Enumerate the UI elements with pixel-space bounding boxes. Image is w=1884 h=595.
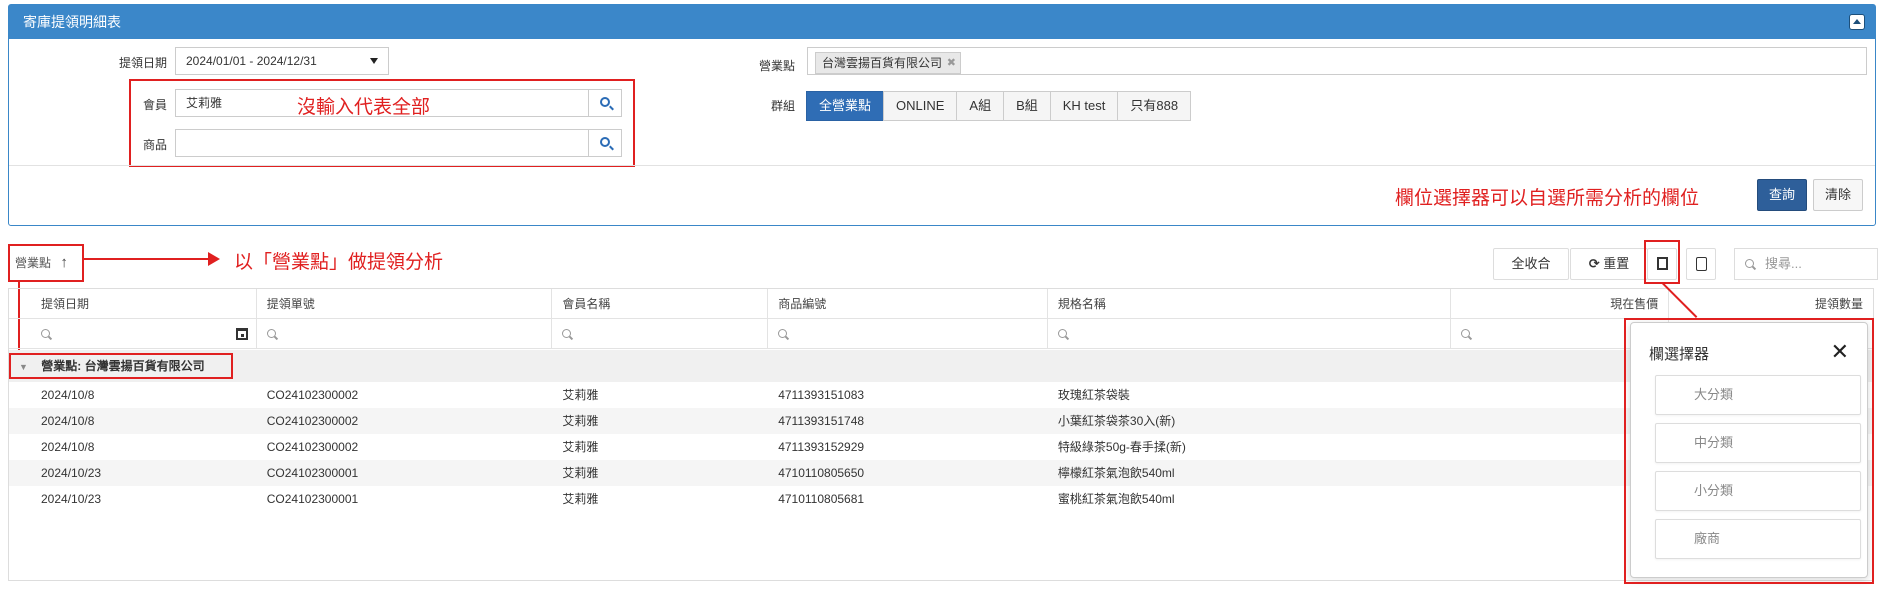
remove-tag-icon[interactable]: ✖ [947,53,956,73]
search-icon [266,329,276,338]
cell-date: 2024/10/8 [41,388,95,402]
table-row[interactable]: 2024/10/8 CO24102300002 艾莉雅 4711393152929 特級… [9,434,1873,460]
reset-label: 重置 [1603,256,1630,271]
collapse-all-button[interactable]: 全收合 [1493,248,1569,280]
store-tag-label: 台灣雲揚百貨有限公司 [822,56,943,70]
group-kh-test[interactable]: KH test [1049,91,1119,121]
store-tag[interactable]: 台灣雲揚百貨有限公司 ✖ [815,52,962,74]
panel-title: 寄庫提領明細表 [9,5,1875,39]
cell-date: 2024/10/8 [41,440,95,454]
cell-spec: 特級綠茶50g-春手揉(新) [1057,440,1186,454]
search-icon [1461,329,1471,338]
table-row[interactable]: 2024/10/8 CO24102300002 艾莉雅 4711393151083 玫瑰… [9,382,1873,408]
store-label: 營業點 [758,59,795,73]
column-picker-button[interactable] [1647,248,1677,280]
collapse-panel-icon[interactable] [1849,14,1865,30]
export-button[interactable] [1686,248,1716,280]
group-888[interactable]: 只有888 [1117,91,1192,121]
cell-product-no: 4710110805650 [778,466,865,480]
cell-order-no: CO24102300001 [266,492,359,506]
cell-order-no: CO24102300002 [266,388,359,402]
cell-date: 2024/10/23 [41,492,102,506]
col-header-order-no[interactable]: 提領單號 [257,289,553,318]
table-row[interactable]: 2024/10/23 CO24102300001 艾莉雅 4710110805681 蜜… [9,486,1873,512]
col-header-price[interactable]: 現在售價 [1451,289,1670,318]
column-picker-popup-highlight [1624,318,1874,584]
date-label: 提領日期 [118,56,167,70]
grouping-chip[interactable]: 營業點 ↑ [10,248,68,278]
filter-row [9,319,1873,349]
grid-search-input[interactable]: 搜尋... [1734,248,1878,280]
date-range-field[interactable]: 2024/01/01 - 2024/12/31 [175,47,389,75]
cell-order-no: CO24102300001 [266,466,359,480]
col-header-qty[interactable]: 提領數量 [1669,289,1873,318]
criteria-panel: 寄庫提領明細表 提領日期 2024/01/01 - 2024/12/31 會員 … [8,4,1876,226]
column-picker-annotation: 欄位選擇器可以自選所需分析的欄位 [1395,188,1700,209]
cell-product-no: 4711393151083 [778,388,865,402]
grid-search-placeholder: 搜尋... [1765,256,1802,271]
group-row[interactable]: ▼ 營業點: 台灣雲揚百貨有限公司 [9,350,1873,382]
query-button[interactable]: 查詢 [1757,179,1807,211]
grouping-chip-label: 營業點 [15,256,52,270]
group-row-highlight [9,353,233,379]
clear-button[interactable]: 清除 [1813,179,1863,211]
group-b[interactable]: B組 [1003,91,1051,121]
filter-member[interactable] [552,319,769,349]
chevron-down-icon [370,58,378,64]
col-header-spec[interactable]: 規格名稱 [1048,289,1452,318]
cell-date: 2024/10/23 [41,466,102,480]
filter-date[interactable] [9,319,257,349]
cell-spec: 檸檬紅茶氣泡飲540ml [1057,466,1175,480]
cell-product-no: 4711393152929 [778,440,865,454]
search-icon [562,329,572,338]
cell-order-no: CO24102300002 [266,440,359,454]
date-range-value: 2024/01/01 - 2024/12/31 [186,54,317,68]
cell-spec: 玫瑰紅茶袋裝 [1057,388,1130,402]
table-row[interactable]: 2024/10/23 CO24102300001 艾莉雅 4710110805650 檸… [9,460,1873,486]
search-icon [778,329,788,338]
filter-product-no[interactable] [768,319,1048,349]
annotation-arrow [84,258,210,260]
cell-member: 艾莉雅 [562,388,599,402]
file-export-icon [1695,257,1707,271]
cell-member: 艾莉雅 [562,440,599,454]
no-input-annotation: 沒輸入代表全部 [297,97,431,118]
refresh-icon: ⟳ [1588,256,1600,271]
columns-icon [1656,257,1668,270]
search-icon [1057,329,1067,338]
group-selector: 全營業點 ONLINE A組 B組 KH test 只有888 [806,91,1192,121]
store-select[interactable] [807,47,1867,75]
group-online[interactable]: ONLINE [883,91,958,121]
arrow-head-icon [208,252,220,266]
cell-spec: 蜜桃紅茶氣泡飲540ml [1057,492,1175,506]
group-a[interactable]: A組 [956,91,1005,121]
group-all[interactable]: 全營業點 [806,91,885,121]
cell-product-no: 4710110805681 [778,492,865,506]
data-grid: 提領日期 提領單號 會員名稱 商品編號 規格名稱 現在售價 提領數量 ▼ 營業點… [8,288,1874,581]
group-by-annotation: 以「營業點」做提領分析 [234,252,444,273]
col-header-date[interactable]: 提領日期 [9,289,257,318]
search-icon [1745,259,1754,268]
calendar-icon[interactable] [235,328,248,340]
col-header-product-no[interactable]: 商品編號 [768,289,1048,318]
cell-order-no: CO24102300002 [266,414,359,428]
cell-date: 2024/10/8 [41,414,95,428]
cell-product-no: 4711393151748 [778,414,865,428]
filter-spec[interactable] [1048,319,1452,349]
group-label: 群組 [770,99,795,113]
table-row[interactable]: 2024/10/8 CO24102300002 艾莉雅 4711393151748 小葉… [9,408,1873,434]
cell-member: 艾莉雅 [562,492,599,506]
panel-divider [9,165,1875,166]
filter-order-no[interactable] [257,319,553,349]
header-row: 提領日期 提領單號 會員名稱 商品編號 規格名稱 現在售價 提領數量 [9,289,1873,319]
cell-member: 艾莉雅 [562,466,599,480]
sort-up-icon: ↑ [60,254,68,271]
cell-spec: 小葉紅茶袋茶30入(新) [1057,414,1176,428]
col-header-member[interactable]: 會員名稱 [552,289,769,318]
reset-button[interactable]: ⟳ 重置 [1570,248,1648,280]
cell-member: 艾莉雅 [562,414,599,428]
search-icon [41,329,50,338]
